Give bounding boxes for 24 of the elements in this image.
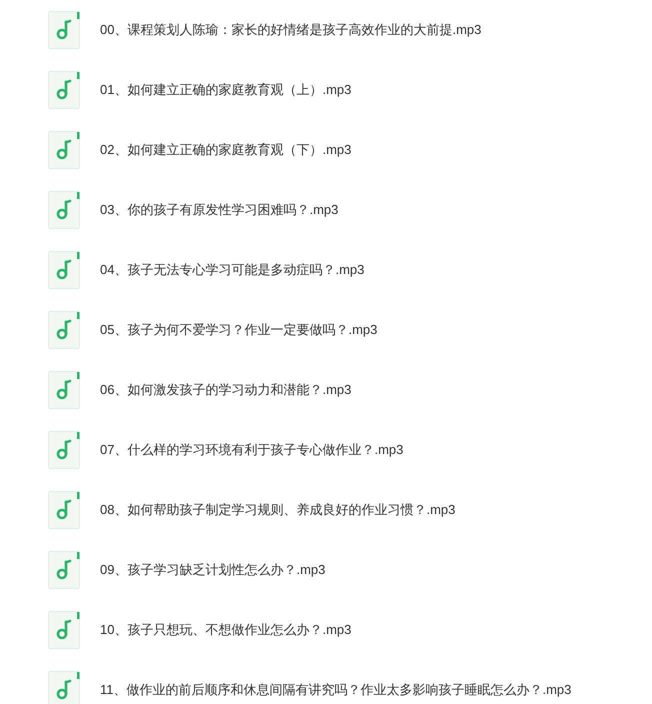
- audio-file-icon[interactable]: [48, 11, 80, 49]
- file-name[interactable]: 00、课程策划人陈瑜：家长的好情绪是孩子高效作业的大前提.mp3: [100, 20, 482, 40]
- file-name[interactable]: 09、孩子学习缺乏计划性怎么办？.mp3: [100, 560, 326, 580]
- file-name[interactable]: 11、做作业的前后顺序和休息间隔有讲究吗？作业太多影响孩子睡眠怎么办？.mp3: [100, 680, 572, 700]
- audio-file-icon[interactable]: [48, 491, 80, 529]
- file-name[interactable]: 03、你的孩子有原发性学习困难吗？.mp3: [100, 200, 338, 220]
- file-name[interactable]: 04、孩子无法专心学习可能是多动症吗？.mp3: [100, 260, 364, 280]
- audio-file-icon[interactable]: [48, 551, 80, 589]
- file-name[interactable]: 10、孩子只想玩、不想做作业怎么办？.mp3: [100, 620, 352, 640]
- file-name[interactable]: 07、什么样的学习环境有利于孩子专心做作业？.mp3: [100, 440, 404, 460]
- audio-file-icon[interactable]: [48, 71, 80, 109]
- audio-file-icon[interactable]: [48, 671, 80, 704]
- file-name[interactable]: 05、孩子为何不爱学习？作业一定要做吗？.mp3: [100, 320, 378, 340]
- file-name[interactable]: 01、如何建立正确的家庭教育观（上）.mp3: [100, 80, 352, 100]
- file-name[interactable]: 06、如何激发孩子的学习动力和潜能？.mp3: [100, 380, 352, 400]
- audio-file-icon[interactable]: [48, 251, 80, 289]
- audio-file-icon[interactable]: [48, 371, 80, 409]
- audio-file-icon[interactable]: [48, 191, 80, 229]
- audio-file-icon[interactable]: [48, 431, 80, 469]
- file-name[interactable]: 02、如何建立正确的家庭教育观（下）.mp3: [100, 140, 352, 160]
- file-name[interactable]: 08、如何帮助孩子制定学习规则、养成良好的作业习惯？.mp3: [100, 500, 456, 520]
- audio-file-icon[interactable]: [48, 311, 80, 349]
- audio-file-icon[interactable]: [48, 131, 80, 169]
- audio-file-icon[interactable]: [48, 611, 80, 649]
